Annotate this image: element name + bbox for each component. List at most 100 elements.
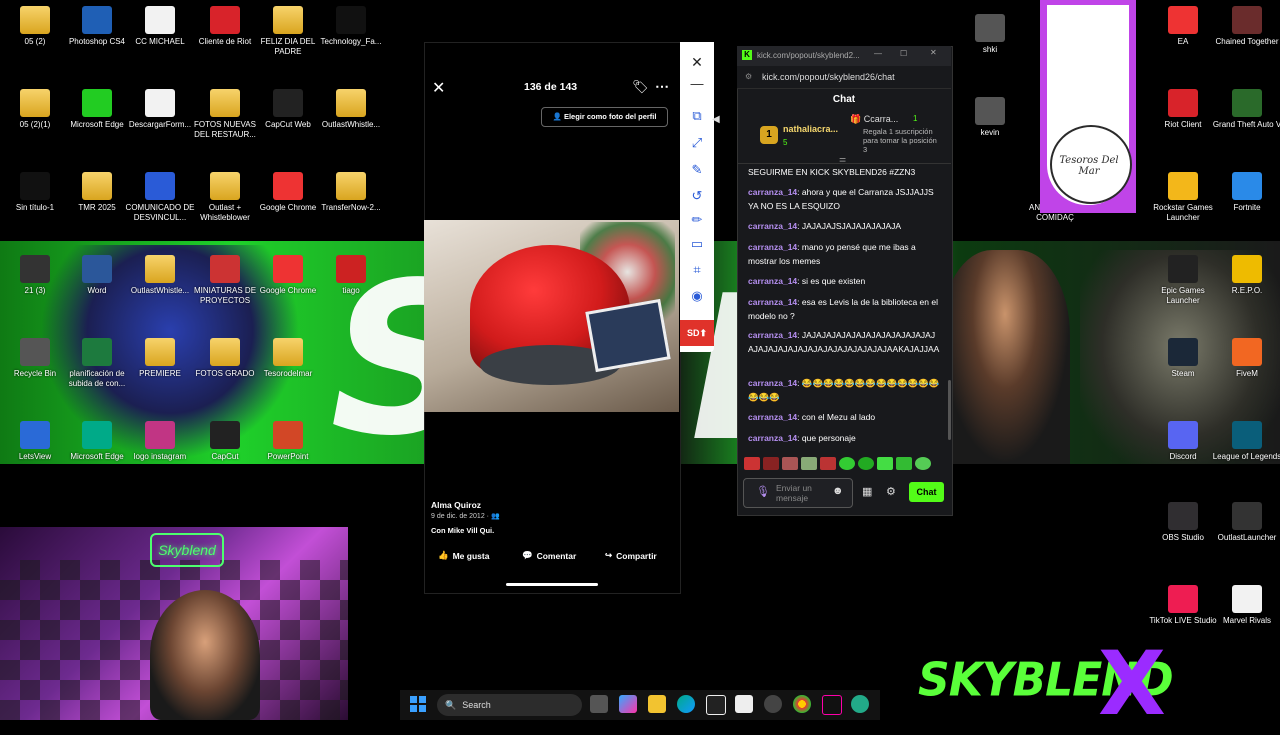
desktop-icon[interactable]: Grand Theft Auto V	[1212, 89, 1280, 130]
emote-6[interactable]	[839, 457, 855, 470]
store-taskbar-icon[interactable]	[735, 695, 753, 713]
desktop-icon[interactable]: kevin	[955, 97, 1025, 138]
app-icon[interactable]	[851, 695, 869, 713]
desktop-icon[interactable]: 05 (2)(1)	[0, 89, 70, 130]
emote-7[interactable]	[858, 457, 874, 470]
desktop-icon[interactable]: Microsoft Edge	[62, 89, 132, 130]
tag-icon[interactable]: 🏷	[632, 79, 649, 95]
chat-username[interactable]: carranza_14	[748, 221, 797, 231]
capcut-icon[interactable]	[706, 695, 726, 715]
desktop-icon[interactable]: Rockstar Games Launcher	[1148, 172, 1218, 223]
desktop-icon[interactable]: League of Legends	[1212, 421, 1280, 462]
file-explorer-icon[interactable]	[648, 695, 666, 713]
desktop-icon[interactable]: Steam	[1148, 338, 1218, 379]
desktop-icon[interactable]: Google Chrome	[253, 172, 323, 213]
chat-username[interactable]: carranza_14	[748, 330, 797, 340]
copilot-icon[interactable]	[619, 695, 637, 713]
window-minimize-icon[interactable]: —	[874, 49, 882, 58]
screen-capture-icon[interactable]: ⧉	[689, 108, 705, 124]
send-chat-button[interactable]: Chat	[909, 482, 944, 502]
desktop-icon[interactable]: Photoshop CS4	[62, 6, 132, 47]
chat-message-input[interactable]: 🎙 Enviar un mensaje ☻	[743, 478, 853, 508]
site-settings-icon[interactable]: ⚙	[745, 72, 752, 81]
desktop-icon[interactable]: 05 (2)	[0, 6, 70, 47]
desktop-icon[interactable]: Riot Client	[1148, 89, 1218, 130]
desktop-icon[interactable]: LetsView	[0, 421, 70, 462]
emote-4[interactable]	[801, 457, 817, 470]
desktop-icon[interactable]: Sin título-1	[0, 172, 70, 213]
desktop-icon[interactable]: OutlastWhistle...	[316, 89, 386, 130]
desktop-icon[interactable]: Fortnite	[1212, 172, 1280, 213]
tiktok-icon[interactable]	[822, 695, 842, 715]
desktop-icon[interactable]: 21 (3)	[0, 255, 70, 296]
more-options-icon[interactable]: ⋯	[655, 78, 669, 95]
close-icon[interactable]: ✕	[432, 78, 445, 98]
desktop-icon[interactable]: Outlast + Whistleblower	[190, 172, 260, 223]
desktop-icon[interactable]: R.E.P.O.	[1212, 255, 1280, 296]
emote-3[interactable]	[782, 457, 798, 470]
rectangle-icon[interactable]: ▭	[689, 236, 705, 252]
taskbar-search[interactable]: 🔍 Search	[437, 694, 582, 716]
store-icon[interactable]: ▦	[862, 485, 872, 498]
desktop-icon[interactable]: FiveM	[1212, 338, 1280, 379]
expand-icon[interactable]: ⤢	[689, 135, 705, 151]
desktop-icon[interactable]: PREMIERE	[125, 338, 195, 379]
desktop-icon[interactable]: FELIZ DIA DEL PADRE	[253, 6, 323, 57]
window-maximize-icon[interactable]: ☐	[900, 49, 907, 58]
minimize-icon[interactable]: —	[689, 76, 705, 92]
pen-icon[interactable]: ✏	[689, 212, 705, 228]
emoji-picker-icon[interactable]: ☻	[832, 485, 844, 497]
comment-button[interactable]: 💬 Comentar	[522, 550, 576, 561]
desktop-icon[interactable]: TransferNow-2...	[316, 172, 386, 213]
chat-username[interactable]: carranza_14	[748, 297, 797, 307]
chat-scrollbar[interactable]	[948, 380, 951, 440]
desktop-icon[interactable]: Microsoft Edge	[62, 421, 132, 462]
emote-2[interactable]	[763, 457, 779, 470]
desktop-icon[interactable]: COMUNICADO DE DESVINCUL...	[125, 172, 195, 223]
desktop-icon[interactable]: Word	[62, 255, 132, 296]
desktop-icon[interactable]: OutlastWhistle...	[125, 255, 195, 296]
pinned-username[interactable]: nathaliacra...	[783, 124, 838, 134]
emote-8[interactable]	[877, 457, 893, 470]
sd-badge[interactable]: SD⬆	[680, 320, 714, 346]
desktop-icon[interactable]: Google Chrome	[253, 255, 323, 296]
desktop-icon[interactable]: planificación de subida de con...	[62, 338, 132, 389]
desktop-icon[interactable]: tiago	[316, 255, 386, 296]
desktop-icon[interactable]: MINIATURAS DE PROYECTOS	[190, 255, 260, 306]
desktop-icon[interactable]: PowerPoint	[253, 421, 323, 462]
chat-username[interactable]: carranza_14	[748, 412, 797, 422]
task-view-icon[interactable]	[590, 695, 608, 713]
desktop-icon[interactable]: shki	[955, 14, 1025, 55]
desktop-icon[interactable]: FOTOS NUEVAS DEL RESTAUR...	[190, 89, 260, 140]
desktop-icon[interactable]: OutlastLauncher	[1212, 502, 1280, 543]
chat-username[interactable]: carranza_14	[748, 242, 797, 252]
photo-author[interactable]: Alma Quiroz	[431, 500, 481, 510]
microphone-icon[interactable]: 🎙	[756, 485, 770, 498]
desktop-icon[interactable]: TMR 2025	[62, 172, 132, 213]
desktop-icon[interactable]: FOTOS GRADO	[190, 338, 260, 379]
desktop-icon[interactable]: CapCut Web	[253, 89, 323, 130]
crop-icon[interactable]: ⌗	[689, 262, 705, 278]
record-icon[interactable]: ◉	[689, 288, 705, 304]
url-bar[interactable]: ⚙ kick.com/popout/skyblend26/chat	[737, 66, 951, 89]
desktop-icon[interactable]: Recycle Bin	[0, 338, 70, 379]
share-button[interactable]: ↪ Compartir	[605, 550, 657, 561]
emote-5[interactable]	[820, 457, 836, 470]
settings-gear-icon[interactable]: ⚙	[886, 485, 896, 498]
windows-start-icon[interactable]	[410, 696, 426, 712]
edge-icon[interactable]	[677, 695, 695, 713]
desktop-icon[interactable]: EA	[1148, 6, 1218, 47]
pin-icon[interactable]: ✎	[689, 162, 705, 178]
desktop-icon[interactable]: CapCut	[190, 421, 260, 462]
window-close-icon[interactable]: ✕	[930, 48, 937, 57]
desktop-icon[interactable]: Discord	[1148, 421, 1218, 462]
desktop-icon[interactable]: Cliente de Riot	[190, 6, 260, 47]
chat-username[interactable]: carranza_14	[748, 433, 797, 443]
desktop-icon[interactable]: OBS Studio	[1148, 502, 1218, 543]
desktop-icon[interactable]: Chained Together	[1212, 6, 1280, 47]
desktop-icon[interactable]: CC MICHAEL	[125, 6, 195, 47]
desktop-icon[interactable]: logo instagram	[125, 421, 195, 462]
settings-taskbar-icon[interactable]	[764, 695, 782, 713]
collapse-arrow-icon[interactable]: ◀	[712, 114, 720, 125]
emote-9[interactable]	[896, 457, 912, 470]
